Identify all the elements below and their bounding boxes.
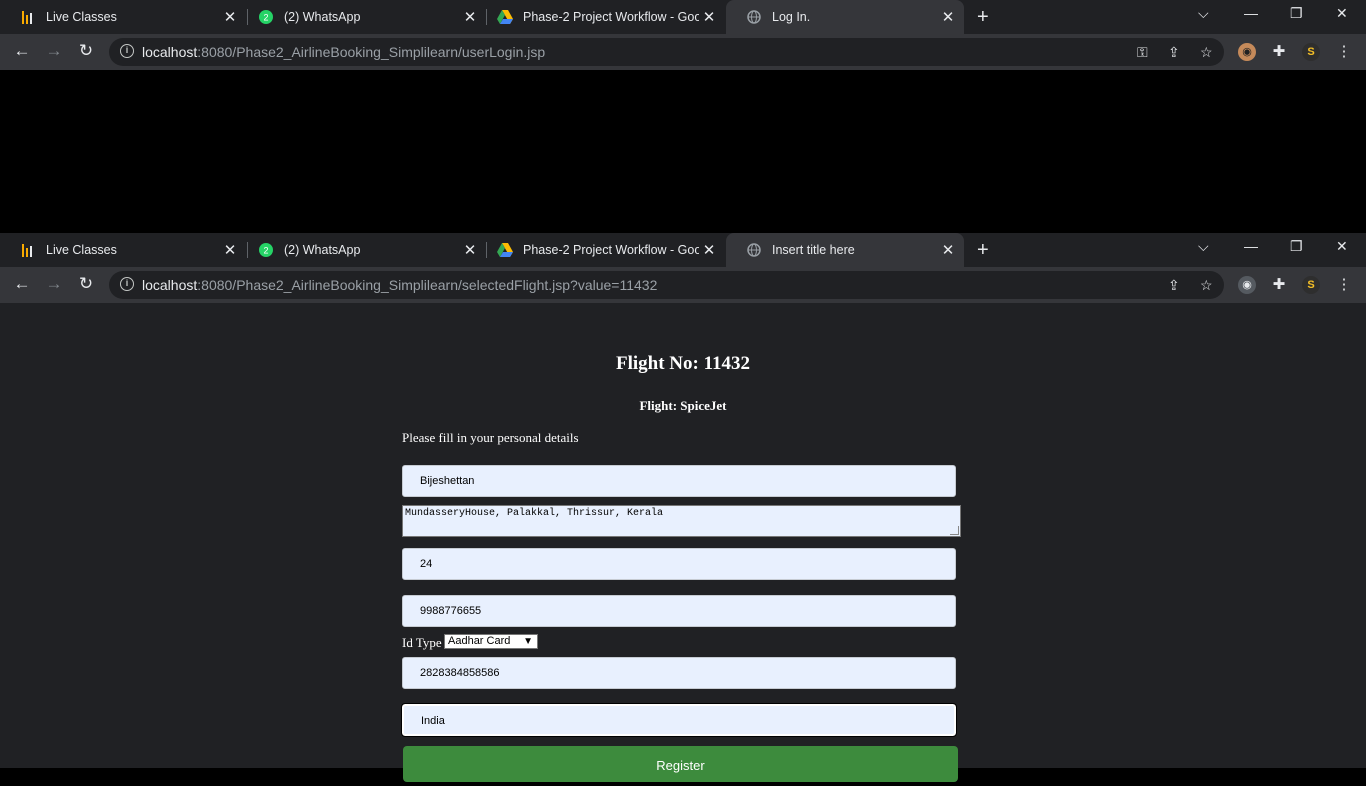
tab-search-chevron-icon[interactable]: ⌵ <box>1198 238 1209 255</box>
airline-subtitle: Flight: SpiceJet <box>639 398 727 413</box>
form-instructions: Please fill in your personal details <box>402 430 579 445</box>
close-tab-icon[interactable]: ✕ <box>699 241 719 259</box>
tab-title: Live Classes <box>46 10 117 24</box>
nationality-input[interactable]: India <box>401 703 957 737</box>
reload-icon[interactable]: ↻ <box>75 41 97 61</box>
tab-title: Live Classes <box>46 243 117 257</box>
menu-kebab-icon[interactable]: ⋮ <box>1335 43 1353 61</box>
browser-window-selected-flight: Live Classes ✕ 2 (2) WhatsApp ✕ Phase-2 … <box>0 233 1366 303</box>
menu-kebab-icon[interactable]: ⋮ <box>1335 276 1353 294</box>
extension-s-icon[interactable]: S <box>1302 43 1320 61</box>
minimize-icon[interactable]: — <box>1244 238 1258 254</box>
phone-input[interactable]: 9988776655 <box>402 595 956 627</box>
address-textarea[interactable]: MundasseryHouse, Palakkal, Thrissur, Ker… <box>402 505 961 537</box>
url-text: localhost:8080/Phase2_AirlineBooking_Sim… <box>142 277 658 293</box>
site-info-icon[interactable]: i <box>120 44 134 58</box>
tab-insert-title[interactable]: Insert title here ✕ <box>726 233 964 267</box>
address-text: MundasseryHouse, Palakkal, Thrissur, Ker… <box>405 508 664 519</box>
close-tab-icon[interactable]: ✕ <box>938 8 958 26</box>
id-number-input[interactable]: 2828384858586 <box>402 657 956 689</box>
tab-drive-workflow[interactable]: Phase-2 Project Workflow - Goog ✕ <box>477 233 725 267</box>
forward-icon[interactable]: → <box>43 41 65 61</box>
extensions-puzzle-icon[interactable]: ✚ <box>1270 43 1288 61</box>
site-info-icon[interactable]: i <box>120 277 134 291</box>
live-classes-icon <box>20 242 36 258</box>
globe-icon <box>746 242 762 258</box>
id-type-label: Id Type <box>402 635 442 650</box>
tab-title: Log In. <box>772 10 811 24</box>
google-drive-icon <box>497 9 513 25</box>
extensions-puzzle-icon[interactable]: ✚ <box>1270 276 1288 294</box>
age-input[interactable]: 24 <box>402 548 956 580</box>
close-tab-icon[interactable]: ✕ <box>699 8 719 26</box>
id-type-selected: Aadhar Card <box>448 635 511 647</box>
close-tab-icon[interactable]: ✕ <box>938 241 958 259</box>
new-tab-icon[interactable]: + <box>977 240 989 260</box>
live-classes-icon <box>20 9 36 25</box>
tab-log-in[interactable]: Log In. ✕ <box>726 0 964 34</box>
selected-flight-page: Flight No: 11432 Flight: SpiceJet Please… <box>0 303 1366 782</box>
extension-s-icon[interactable]: S <box>1302 276 1320 294</box>
whatsapp-icon: 2 <box>258 9 274 25</box>
share-icon[interactable]: ⇪ <box>1168 44 1180 61</box>
name-input[interactable]: Bijeshettan <box>402 465 956 497</box>
close-window-icon[interactable]: ✕ <box>1336 5 1348 22</box>
tab-title: Phase-2 Project Workflow - Goog <box>523 10 699 24</box>
chevron-down-icon: ▼ <box>523 636 533 647</box>
address-bar[interactable]: i localhost:8080/Phase2_AirlineBooking_S… <box>109 38 1224 66</box>
minimize-icon[interactable]: — <box>1244 5 1258 21</box>
share-icon[interactable]: ⇪ <box>1168 277 1180 294</box>
tab-title: Insert title here <box>772 243 855 257</box>
profile-avatar-icon[interactable]: ◉ <box>1238 43 1256 61</box>
tab-strip: Live Classes ✕ 2 (2) WhatsApp ✕ Phase-2 … <box>0 233 1366 267</box>
close-tab-icon[interactable]: ✕ <box>220 241 240 259</box>
google-drive-icon <box>497 242 513 258</box>
page-title: Flight No: 11432 <box>615 353 751 374</box>
browser-window-login: Live Classes ✕ 2 (2) WhatsApp ✕ Phase-2 … <box>0 0 1366 70</box>
globe-icon <box>746 9 762 25</box>
back-icon[interactable]: ← <box>11 274 33 294</box>
back-icon[interactable]: ← <box>11 41 33 61</box>
resize-handle-icon[interactable] <box>950 526 959 535</box>
whatsapp-icon: 2 <box>258 242 274 258</box>
register-button[interactable]: Register <box>403 746 958 782</box>
svg-text:2: 2 <box>263 13 268 23</box>
bookmark-star-icon[interactable]: ☆ <box>1200 44 1213 61</box>
tab-drive-workflow[interactable]: Phase-2 Project Workflow - Goog ✕ <box>477 0 725 34</box>
tab-whatsapp[interactable]: 2 (2) WhatsApp ✕ <box>238 0 486 34</box>
close-window-icon[interactable]: ✕ <box>1336 238 1348 255</box>
reload-icon[interactable]: ↻ <box>75 274 97 294</box>
restore-icon[interactable]: ❐ <box>1290 238 1303 255</box>
profile-avatar-icon[interactable]: ◉ <box>1238 276 1256 294</box>
restore-icon[interactable]: ❐ <box>1290 5 1303 22</box>
browser-toolbar: ← → ↻ i localhost:8080/Phase2_AirlineBoo… <box>0 34 1366 70</box>
browser-toolbar: ← → ↻ i localhost:8080/Phase2_AirlineBoo… <box>0 267 1366 303</box>
address-bar[interactable]: i localhost:8080/Phase2_AirlineBooking_S… <box>109 271 1224 299</box>
id-type-select[interactable]: Aadhar Card ▼ <box>444 634 538 649</box>
forward-icon[interactable]: → <box>43 274 65 294</box>
url-text: localhost:8080/Phase2_AirlineBooking_Sim… <box>142 44 546 60</box>
tab-live-classes[interactable]: Live Classes ✕ <box>0 233 246 267</box>
close-tab-icon[interactable]: ✕ <box>220 8 240 26</box>
tab-strip: Live Classes ✕ 2 (2) WhatsApp ✕ Phase-2 … <box>0 0 1366 34</box>
key-icon[interactable]: ⚿ <box>1137 44 1148 61</box>
tab-title: (2) WhatsApp <box>284 243 361 257</box>
tab-title: Phase-2 Project Workflow - Goog <box>523 243 699 257</box>
tab-whatsapp[interactable]: 2 (2) WhatsApp ✕ <box>238 233 486 267</box>
login-page-content <box>0 70 1366 233</box>
svg-text:2: 2 <box>263 246 268 256</box>
new-tab-icon[interactable]: + <box>977 7 989 27</box>
tab-title: (2) WhatsApp <box>284 10 361 24</box>
bookmark-star-icon[interactable]: ☆ <box>1200 277 1213 294</box>
tab-live-classes[interactable]: Live Classes ✕ <box>0 0 246 34</box>
tab-search-chevron-icon[interactable]: ⌵ <box>1198 5 1209 22</box>
